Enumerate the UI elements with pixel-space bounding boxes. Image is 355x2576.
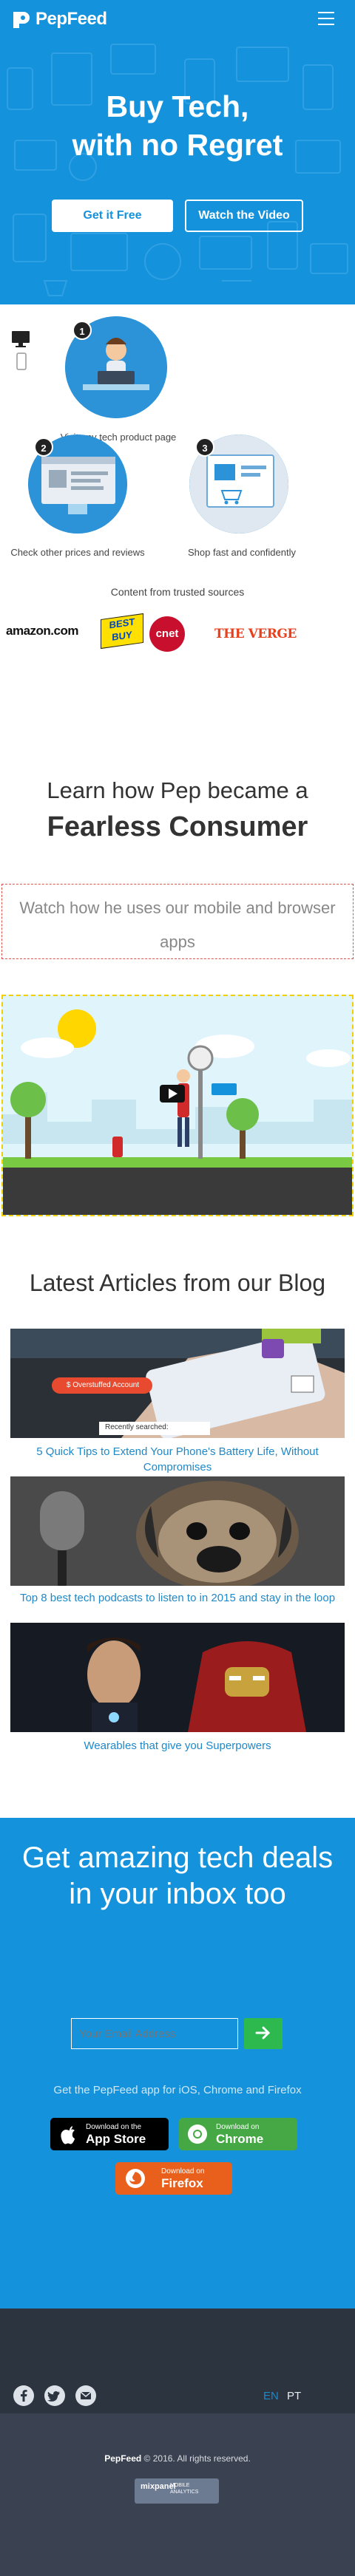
video-player[interactable] [1,995,354,1216]
article-2-link[interactable]: Top 8 best tech podcasts to listen to in… [15,1590,340,1606]
device-switcher [10,330,33,378]
pepfeed-logo-icon [13,12,30,28]
email-input[interactable] [71,2018,238,2049]
language-en[interactable]: EN [263,2390,279,2402]
firefox-button[interactable]: Download on Firefox [115,2162,232,2195]
brand-name: PepFeed [36,9,107,29]
apps-text: Get the PepFeed app for iOS, Chrome and … [53,2084,302,2096]
article-3-image[interactable] [10,1623,345,1732]
copyright-text: PepFeed © 2016. All rights reserved. [0,2453,355,2464]
chrome-small-label: Download on [216,2123,260,2131]
app-store-button[interactable]: Download on the App Store [50,2118,169,2150]
watch-video-button[interactable]: Watch the Video [185,200,303,232]
copyright-notice: © 2016. All rights reserved. [143,2453,251,2464]
step-1-number: 1 [72,321,92,340]
article-1-search: Recently searched: [105,1423,169,1431]
article-1-link[interactable]: 5 Quick Tips to Extend Your Phone's Batt… [15,1444,340,1475]
blog-section-title: Latest Articles from our Blog [29,1270,326,1296]
copyright-brand: PepFeed [104,2453,142,2464]
hero-title: Buy Tech, with no Regret [0,87,355,164]
step-2-label: Check other prices and reviews [10,547,145,558]
article-1-tag: $ Overstuffed Account [66,1381,140,1389]
article-3-link[interactable]: Wearables that give you Superpowers [15,1738,340,1754]
top-bar: PepFeed [0,0,355,38]
mixpanel-caption-line1: MOBILE [170,2483,190,2488]
mixpanel-caption-line2: ANALYTICS [170,2490,199,2495]
trusted-sources-title: Content from trusted sources [110,586,245,598]
get-it-free-button[interactable]: Get it Free [52,200,173,232]
article-1-image[interactable]: $ Overstuffed Account Recently searched: [10,1329,345,1438]
amazon-logo: amazon.com [6,624,78,638]
firefox-label: Firefox [161,2176,203,2190]
desktop-mobile-icon[interactable] [10,330,33,374]
the-verge-logo: THE VERGE [214,627,297,641]
bestbuy-logo: BEST BUY [101,613,143,650]
firefox-icon [126,2169,145,2188]
menu-icon[interactable] [318,12,336,27]
chrome-icon [188,2124,207,2144]
hero-section: PepFeed Buy Tech, with no Regret Get it … [0,0,355,304]
brand-logo[interactable]: PepFeed [10,9,107,30]
language-pt[interactable]: PT [287,2390,301,2402]
watch-text: Watch how he uses our mobile and browser… [19,899,336,951]
app-store-small-label: Download on the [86,2123,142,2131]
facebook-icon[interactable] [13,2385,34,2406]
apple-icon [61,2126,75,2144]
hero-title-line1: Buy Tech, [106,89,249,123]
step-2-number: 2 [34,437,53,457]
arrow-right-icon [255,2026,271,2040]
email-icon[interactable] [75,2385,96,2406]
cnet-logo: cnet [149,616,185,652]
newsletter-title: Get amazing tech deals in your inbox too [21,1841,334,1910]
bestbuy-logo-text: BEST BUY [109,616,135,643]
twitter-icon[interactable] [44,2385,65,2406]
video-thumbnail [3,996,352,1215]
hero-title-line2: with no Regret [72,128,283,162]
chrome-button[interactable]: Download on Chrome [179,2118,297,2150]
app-store-label: App Store [86,2132,146,2146]
firefox-small-label: Download on [161,2167,205,2175]
learn-subheading: Fearless Consumer [47,811,308,842]
step-3-number: 3 [195,437,214,457]
mixpanel-badge[interactable]: mixpanel MOBILE ANALYTICS [135,2478,219,2504]
article-2-image[interactable] [10,1476,345,1586]
learn-heading: Learn how Pep became a [47,777,308,803]
step-3-label: Shop fast and confidently [188,547,296,558]
mixpanel-caption: MOBILE ANALYTICS [170,2482,198,2495]
chrome-label: Chrome [216,2132,264,2146]
submit-email-button[interactable] [244,2018,283,2049]
